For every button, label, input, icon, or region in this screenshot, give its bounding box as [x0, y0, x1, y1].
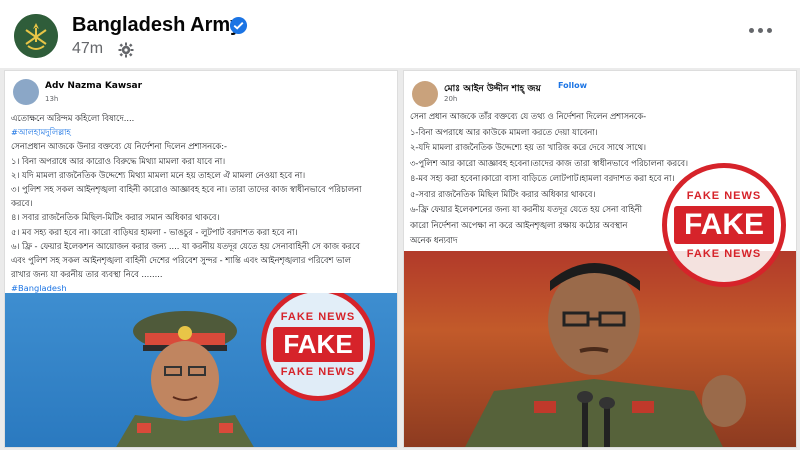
- text-line: এতোক্ষনে অরিন্দম কহিলো বিষাদে....: [11, 113, 135, 123]
- text-line: ১। বিনা অপরাধে আর কারোও বিরুদ্ধে মিথ্যা …: [11, 155, 226, 166]
- text-line: ৬। ফ্রি - ফেয়ার ইলেকশন আয়োজন করার জন্য…: [11, 240, 360, 251]
- text-line: সেনা প্রধান আজকে তাঁর বক্তব্যে যে তথ্য ও…: [410, 111, 647, 121]
- text-line: ৪-মব সহ্য করা হবেনা।কারো বাসা বাড়িতে লো…: [410, 173, 675, 183]
- more-options-icon[interactable]: [749, 28, 772, 33]
- text-line: ৩। পুলিশ সহ সকল আইনশৃঙ্খলা বাহিনী কারোও …: [11, 184, 362, 195]
- verified-badge-icon: [229, 16, 248, 35]
- left-post-time: 13h: [45, 95, 59, 103]
- stamp-top-text: FAKE NEWS: [686, 190, 762, 202]
- text-line: অনেক ধন্যবাদ: [410, 235, 458, 245]
- post-image-collage[interactable]: Adv Nazma Kawsar 13h এতোক্ষনে অরিন্দম কহ…: [0, 68, 800, 450]
- stamp-main-text: FAKE: [273, 326, 363, 362]
- right-author-name: মোঃ আইন উদ্দীন শাহ্ জয়: [444, 84, 541, 94]
- stamp-top-text: FAKE NEWS: [280, 310, 356, 323]
- army-logo-avatar[interactable]: [14, 14, 58, 58]
- text-line: ৫-সবার রাজনৈতিক মিছিল মিটিং করার অধিকার …: [410, 188, 596, 199]
- left-post-text: এতোক্ষনে অরিন্দম কহিলো বিষাদে.... #আলহাম…: [11, 111, 361, 296]
- follow-link: Follow: [558, 81, 588, 90]
- text-line: এবং পুলিশ সহ সকল আইনশৃঙ্খলা বাহিনী দেশের…: [11, 255, 351, 266]
- stamp-bottom-text: FAKE NEWS: [686, 248, 762, 260]
- stamp-main-text: FAKE: [673, 206, 774, 244]
- text-line: সেনাপ্রধান আজকে উনার বক্তব্যে যে নির্দেশ…: [11, 141, 228, 152]
- text-line: ৪। সবার রাজনৈতিক মিছিল-মিটিং করার সমান অ…: [11, 212, 220, 223]
- text-line: ৩-পুলিশ আর কারো আজ্ঞাবহ হবেনা।তাদের কাজ …: [410, 157, 688, 168]
- right-post-time: 20h: [444, 95, 458, 103]
- post-time[interactable]: 47m: [72, 40, 103, 58]
- text-line: কারো নির্দেশনা অপেক্ষা না করে আইনশৃঙ্খলা…: [410, 219, 628, 230]
- text-line: ৬-ফ্রি ফেয়ার ইলেকশনের জন্য যা করনীয় যত…: [410, 204, 643, 214]
- stamp-bottom-text: FAKE NEWS: [280, 365, 356, 378]
- left-screenshot-card: Adv Nazma Kawsar 13h এতোক্ষনে অরিন্দম কহ…: [4, 70, 398, 448]
- left-author-avatar: [13, 79, 39, 105]
- army-chief-photo-left: FAKE NEWS FAKE FAKE NEWS: [5, 293, 397, 447]
- text-line: রাখার জন্য যা করনীয় তার ব্যবস্থা নিবে .…: [11, 269, 163, 280]
- right-author-avatar: [412, 81, 438, 107]
- right-screenshot-card: মোঃ আইন উদ্দীন শাহ্ জয় Follow 20h সেনা …: [403, 70, 797, 448]
- army-emblem-icon: [14, 14, 58, 58]
- text-line: ২। যদি মামলা রাজনৈতিক উদ্দেশ্যে মিথ্যা ম…: [11, 169, 306, 180]
- post-header: Bangladesh Army 47m: [0, 0, 800, 68]
- right-post-text: সেনা প্রধান আজকে তাঁর বক্তব্যে যে তথ্য ও…: [410, 109, 688, 249]
- text-line: ৫। মব সহ্য করা হবে না। কারো বাড়িঘর হামল…: [11, 226, 298, 237]
- text-line: ২-যদি মামলা রাজনৈতিক উদ্দেশ্যে হয় তা খা…: [410, 142, 646, 152]
- text-line: ১-বিনা অপরাধে আর কাউকে মামলা করতে দেয়া …: [410, 126, 598, 137]
- left-author-name: Adv Nazma Kawsar: [45, 81, 143, 91]
- page-name[interactable]: Bangladesh Army: [72, 14, 241, 37]
- settings-gear-icon: [118, 42, 134, 58]
- hashtag-line: #আলহামদুলিল্লাহ: [11, 127, 71, 138]
- text-line: করবে।: [11, 198, 33, 209]
- fake-news-stamp-right: FAKE NEWS FAKE FAKE NEWS: [662, 163, 786, 287]
